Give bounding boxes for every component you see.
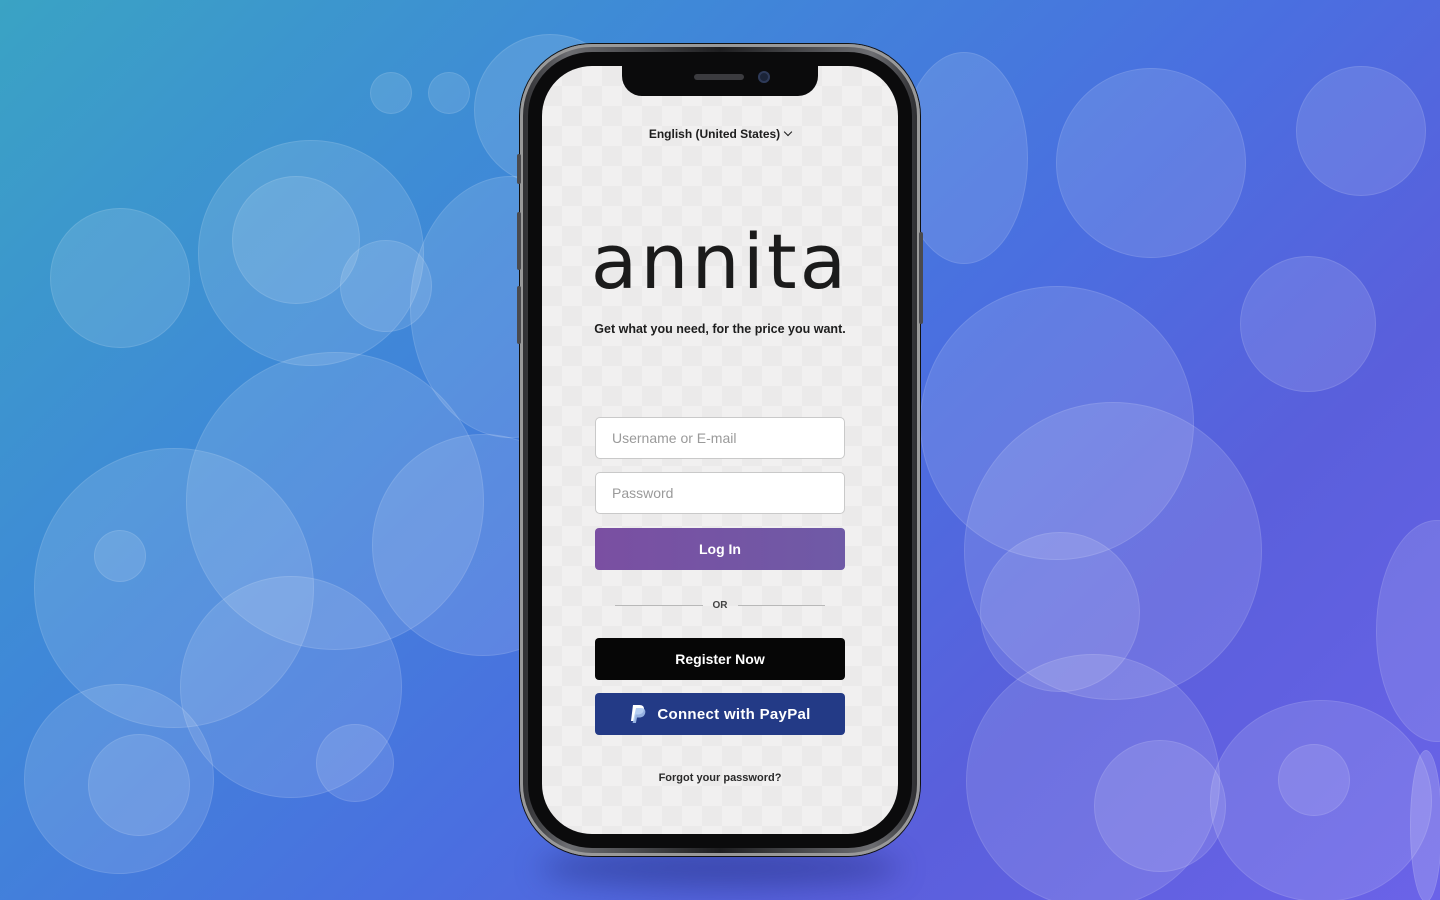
phone-volume-down bbox=[517, 286, 521, 344]
divider-line-left bbox=[615, 605, 703, 606]
register-button[interactable]: Register Now bbox=[595, 638, 845, 680]
divider-line-right bbox=[737, 605, 825, 606]
front-camera bbox=[758, 71, 770, 83]
bokeh-bubble bbox=[1056, 68, 1246, 258]
app-logo: annita bbox=[590, 217, 850, 306]
paypal-icon bbox=[631, 705, 646, 723]
bokeh-bubble bbox=[1410, 750, 1440, 900]
bokeh-bubble bbox=[428, 72, 470, 114]
phone-notch bbox=[622, 66, 818, 96]
forgot-password-link[interactable]: Forgot your password? bbox=[542, 772, 898, 784]
phone-volume-up bbox=[517, 212, 521, 270]
speaker-grille bbox=[694, 74, 744, 80]
or-divider: OR bbox=[615, 600, 825, 611]
password-input[interactable] bbox=[595, 472, 845, 514]
login-button-label: Log In bbox=[699, 541, 741, 557]
register-button-label: Register Now bbox=[675, 651, 765, 667]
language-label: English (United States) bbox=[648, 127, 781, 141]
phone-power-button bbox=[919, 232, 923, 324]
phone-screen: English (United States) annita Get what … bbox=[542, 66, 898, 834]
bokeh-bubble bbox=[370, 72, 412, 114]
bokeh-bubble bbox=[1240, 256, 1376, 392]
paypal-connect-button[interactable]: Connect with PayPal bbox=[595, 693, 845, 735]
bokeh-bubble bbox=[50, 208, 190, 348]
phone-silent-switch bbox=[517, 154, 521, 184]
language-selector[interactable]: English (United States) bbox=[542, 127, 898, 141]
bokeh-bubble bbox=[94, 530, 146, 582]
bokeh-bubble bbox=[1296, 66, 1426, 196]
paypal-button-label: Connect with PayPal bbox=[657, 705, 811, 723]
bokeh-bubble bbox=[316, 724, 394, 802]
bokeh-bubble bbox=[1278, 744, 1350, 816]
bokeh-bubble bbox=[1376, 520, 1440, 742]
bokeh-bubble bbox=[88, 734, 190, 836]
bokeh-bubble bbox=[1094, 740, 1226, 872]
username-input[interactable] bbox=[595, 417, 845, 459]
login-button[interactable]: Log In bbox=[595, 528, 845, 570]
tagline: Get what you need, for the price you wan… bbox=[594, 322, 846, 336]
chevron-down-icon bbox=[783, 127, 793, 137]
phone-frame: English (United States) annita Get what … bbox=[517, 44, 923, 856]
divider-label: OR bbox=[712, 600, 728, 611]
